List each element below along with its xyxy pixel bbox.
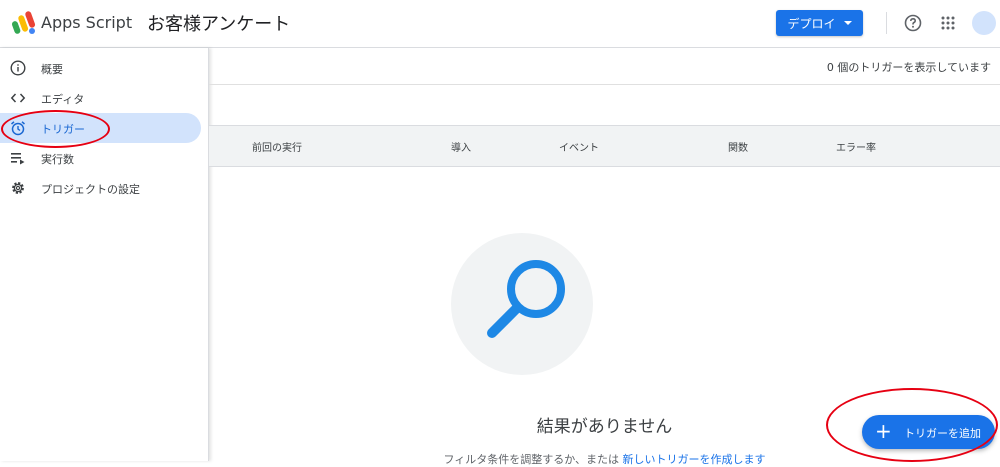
table-header: 前回の実行 導入 イベント 関数 エラー率: [209, 125, 1000, 167]
column-header-last-run[interactable]: 前回の実行: [252, 139, 302, 154]
column-header-event[interactable]: イベント: [559, 139, 599, 154]
sidebar: 概要 エディタ トリガー 実行数 プロジェクトの設定: [0, 48, 209, 461]
info-icon: [10, 60, 26, 76]
apps-script-logo-icon[interactable]: [11, 10, 37, 36]
empty-state-illustration: [451, 233, 593, 375]
sidebar-item-executions[interactable]: 実行数: [0, 143, 201, 173]
annotation-circle-add-trigger: [826, 388, 998, 462]
create-trigger-link[interactable]: 新しいトリガーを作成します: [623, 453, 766, 466]
annotation-circle-triggers: [1, 110, 110, 148]
apps-grid-icon[interactable]: [941, 16, 955, 30]
project-title[interactable]: お客様アンケート: [147, 10, 290, 36]
trigger-count-text: 0 個のトリガーを表示しています: [826, 61, 991, 74]
empty-state-text: フィルタ条件を調整するか、または: [443, 453, 620, 466]
deploy-button-label: デプロイ: [787, 16, 836, 31]
sidebar-item-label: 概要: [41, 63, 63, 76]
column-header-function[interactable]: 関数: [728, 139, 748, 154]
trigger-count-bar: 0 個のトリガーを表示しています: [209, 48, 1000, 85]
deploy-button[interactable]: デプロイ: [776, 10, 863, 36]
app-name[interactable]: Apps Script: [41, 13, 132, 32]
sidebar-item-overview[interactable]: 概要: [0, 53, 201, 83]
gear-icon: [12, 182, 24, 194]
help-icon[interactable]: [904, 14, 922, 32]
code-icon: [10, 93, 26, 103]
column-header-error-rate[interactable]: エラー率: [836, 139, 876, 154]
sidebar-item-editor[interactable]: エディタ: [0, 83, 201, 113]
sidebar-item-label: 実行数: [41, 153, 74, 166]
sidebar-item-label: エディタ: [41, 93, 85, 106]
filter-bar[interactable]: [209, 85, 1000, 125]
top-bar: Apps Script お客様アンケート デプロイ: [0, 0, 1000, 48]
executions-icon: [11, 153, 25, 165]
avatar[interactable]: [972, 11, 996, 35]
column-header-deployment[interactable]: 導入: [451, 139, 471, 154]
chevron-down-icon: [843, 21, 852, 25]
search-icon: [487, 260, 565, 338]
header-divider: [886, 12, 887, 34]
sidebar-item-project-settings[interactable]: プロジェクトの設定: [0, 173, 201, 203]
sidebar-item-label: プロジェクトの設定: [41, 183, 140, 196]
